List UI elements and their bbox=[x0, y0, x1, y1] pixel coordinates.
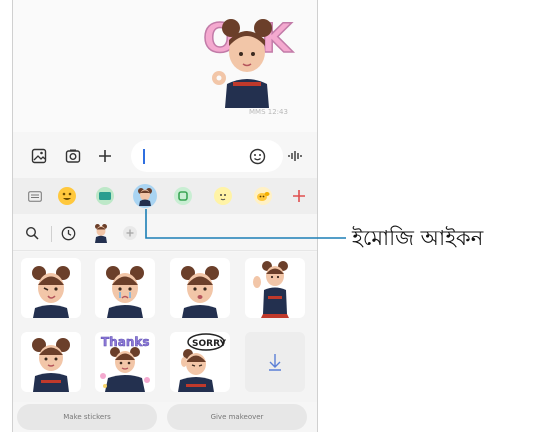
plus-icon[interactable] bbox=[95, 146, 115, 166]
message-composer bbox=[13, 138, 317, 174]
text-cursor bbox=[143, 149, 145, 164]
gallery-icon[interactable] bbox=[29, 146, 49, 166]
make-stickers-button[interactable]: Make stickers bbox=[17, 404, 157, 430]
keyboard-category-bar bbox=[13, 178, 317, 214]
sticker-tile[interactable] bbox=[95, 258, 155, 318]
sticker-thanks-text: Thanks bbox=[101, 335, 150, 349]
ar-emoji-sub-toolbar bbox=[13, 216, 317, 251]
toolbar-divider bbox=[51, 226, 52, 242]
recent-icon[interactable] bbox=[59, 224, 77, 242]
camera-icon[interactable] bbox=[63, 146, 83, 166]
ar-emoji-sticker-grid: Thanks SORRY bbox=[13, 252, 317, 402]
add-category-icon[interactable] bbox=[287, 184, 311, 208]
sticker-icon[interactable] bbox=[171, 184, 195, 208]
give-makeover-button[interactable]: Give makeover bbox=[167, 404, 307, 430]
download-more-stickers[interactable] bbox=[245, 332, 305, 392]
sticker-tile[interactable] bbox=[245, 258, 305, 318]
message-timestamp: MMS 12:43 bbox=[249, 108, 288, 116]
avatar-sticker-pack-icon[interactable] bbox=[91, 222, 111, 244]
sticker-tile-thanks[interactable]: Thanks bbox=[95, 332, 155, 392]
emoji-icon[interactable] bbox=[247, 146, 267, 166]
search-icon[interactable] bbox=[23, 224, 41, 242]
mojitok-icon[interactable] bbox=[251, 184, 275, 208]
phone-screen: O K MMS 12:43 Thanks SORRY Make stickers… bbox=[12, 0, 318, 432]
chat-area: O K MMS 12:43 bbox=[13, 0, 317, 132]
callout-label: ইমোজি আইকন bbox=[352, 226, 484, 250]
sticker-sorry-text: SORRY bbox=[192, 339, 227, 349]
sticker-tile[interactable] bbox=[170, 258, 230, 318]
sticker-tile[interactable] bbox=[21, 332, 81, 392]
voice-icon[interactable] bbox=[285, 146, 305, 166]
gif-icon[interactable] bbox=[93, 184, 117, 208]
bitmoji-icon[interactable] bbox=[211, 184, 235, 208]
keyboard-icon[interactable] bbox=[23, 184, 47, 208]
message-input[interactable] bbox=[131, 140, 283, 172]
sent-ar-sticker[interactable]: O K bbox=[199, 8, 303, 108]
sticker-tile-sorry[interactable]: SORRY bbox=[170, 332, 230, 392]
sticker-tile[interactable] bbox=[21, 258, 81, 318]
add-avatar-icon[interactable] bbox=[121, 224, 139, 242]
ar-emoji-icon[interactable] bbox=[133, 184, 157, 208]
emoji-category-icon[interactable] bbox=[55, 184, 79, 208]
